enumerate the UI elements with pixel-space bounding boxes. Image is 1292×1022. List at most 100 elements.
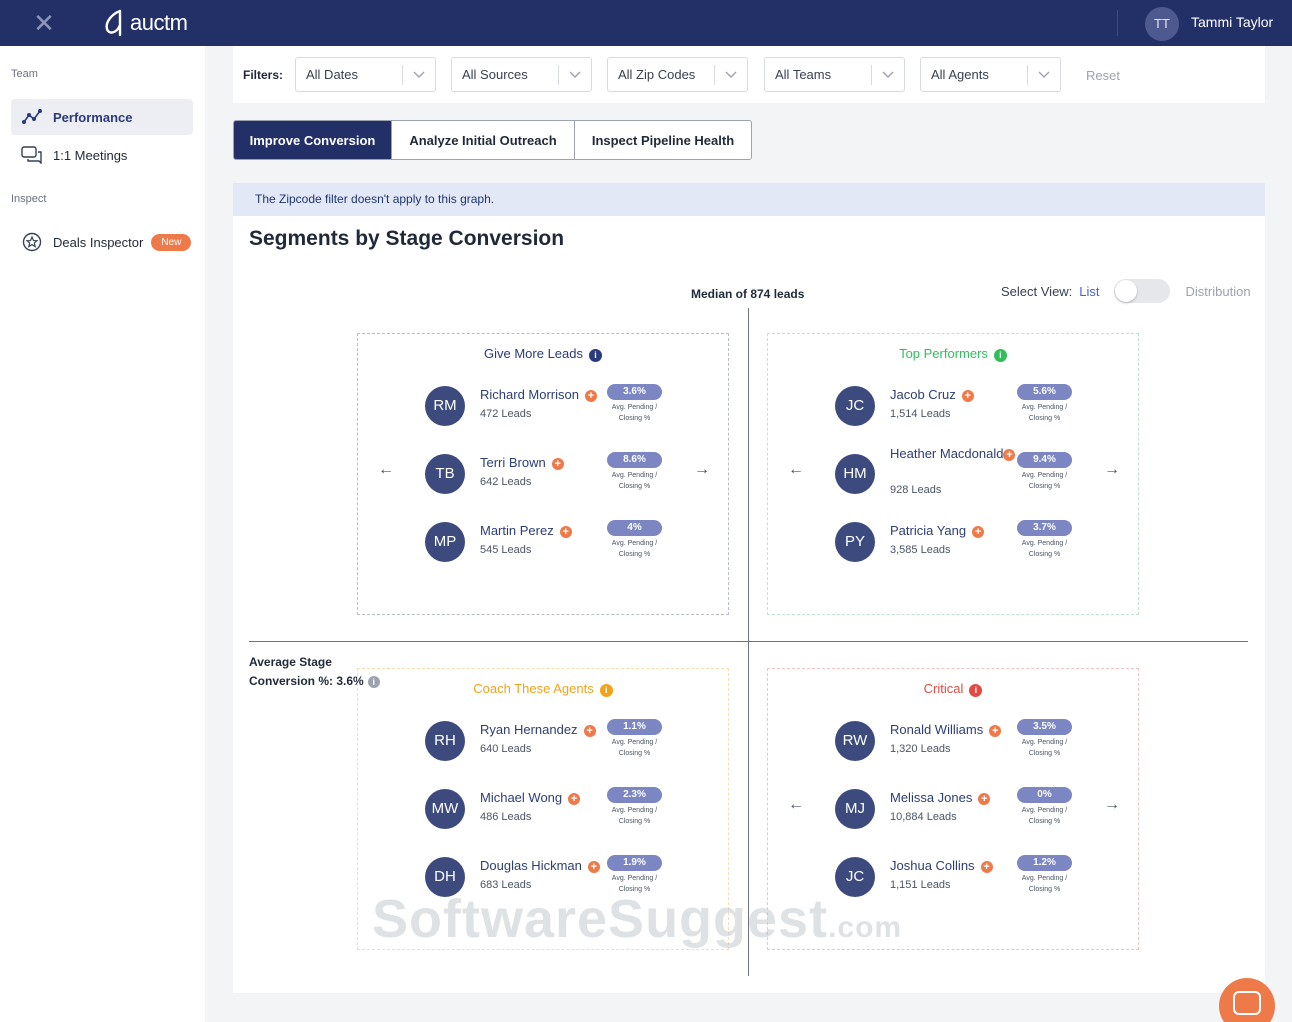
logo[interactable]: auctm (100, 8, 188, 38)
conversion-badge: 3.5% (1017, 719, 1072, 735)
conversion-badge: 1.9% (607, 855, 662, 871)
agent-name-text: Terri Brown (480, 455, 546, 470)
agent-name[interactable]: Douglas Hickman + (480, 858, 600, 873)
info-icon[interactable]: i (599, 684, 613, 697)
view-distribution-option[interactable]: Distribution (1186, 284, 1251, 299)
add-icon[interactable]: + (961, 390, 974, 402)
agent-name[interactable]: Heather Macdonald + (890, 444, 1020, 463)
agents-select[interactable]: All Agents (920, 57, 1061, 92)
agent-name[interactable]: Martin Perez + (480, 523, 572, 538)
agent-name[interactable]: Terri Brown + (480, 455, 564, 470)
agent-name[interactable]: Ryan Hernandez + (480, 722, 596, 737)
agent-name[interactable]: Richard Morrison + (480, 387, 597, 402)
arrow-left-icon[interactable]: ← (786, 460, 806, 480)
select-value: All Zip Codes (618, 67, 696, 82)
agent-name-text: Martin Perez (480, 523, 554, 538)
caption-line2: Closing % (618, 818, 651, 825)
agent-card[interactable]: RW Ronald Williams + 1,320 Leads 3.5% Avg… (835, 711, 1075, 771)
caption-line1: Avg. Pending / (611, 807, 658, 814)
add-icon[interactable]: + (978, 793, 991, 805)
agent-name-text: Ronald Williams (890, 722, 984, 737)
new-badge: New (151, 233, 192, 251)
agent-card[interactable]: HM Heather Macdonald + 928 Leads 9.4% Avg… (835, 444, 1075, 504)
arrow-left-icon[interactable]: ← (786, 795, 806, 815)
select-value: All Sources (462, 67, 528, 82)
add-icon[interactable]: + (587, 861, 600, 873)
info-icon[interactable]: i (969, 684, 983, 697)
conversion-caption: Avg. Pending / Closing % (602, 805, 667, 827)
view-selector: Select View: List Distribution (1001, 277, 1251, 305)
arrow-left-icon[interactable]: ← (376, 460, 396, 480)
select-value: All Teams (775, 67, 832, 82)
dates-select[interactable]: All Dates (295, 57, 436, 92)
avatar: JC (835, 386, 875, 426)
conversion-badge: 3.6% (607, 384, 662, 400)
agent-name[interactable]: Jacob Cruz + (890, 387, 974, 402)
agent-name-text: Douglas Hickman (480, 858, 582, 873)
conversion-caption: Avg. Pending / Closing % (1012, 470, 1077, 492)
add-icon[interactable]: + (584, 390, 597, 402)
add-icon[interactable]: + (559, 526, 572, 538)
sidebar-item-performance[interactable]: Performance (11, 99, 193, 135)
agent-card[interactable]: TB Terri Brown + 642 Leads 8.6% Avg. Pend… (425, 444, 665, 504)
add-icon[interactable]: + (989, 725, 1002, 737)
add-icon[interactable]: + (980, 861, 993, 873)
page-title: Segments by Stage Conversion (249, 227, 565, 250)
avatar: MP (425, 522, 465, 562)
agent-card[interactable]: MW Michael Wong + 486 Leads 2.3% Avg. Pen… (425, 779, 665, 839)
tab-inspect-pipeline-health[interactable]: Inspect Pipeline Health (575, 121, 751, 159)
conversion-badge: 9.4% (1017, 452, 1072, 468)
logo-mark-icon (105, 9, 122, 37)
sources-select[interactable]: All Sources (451, 57, 592, 92)
conversion-caption: Avg. Pending / Closing % (602, 737, 667, 759)
view-list-option[interactable]: List (1079, 284, 1099, 299)
view-toggle[interactable] (1113, 279, 1170, 303)
agent-name[interactable]: Patricia Yang + (890, 523, 985, 538)
arrow-right-icon[interactable]: → (692, 460, 712, 480)
teams-select[interactable]: All Teams (764, 57, 905, 92)
add-icon[interactable]: + (568, 793, 581, 805)
reset-button[interactable]: Reset (1086, 68, 1120, 83)
agent-name[interactable]: Melissa Jones + (890, 790, 991, 805)
add-icon[interactable]: + (972, 526, 985, 538)
sidebar-item-meetings[interactable]: 1:1 Meetings (11, 137, 193, 173)
arrow-right-icon[interactable]: → (1102, 795, 1122, 815)
user-name[interactable]: Tammi Taylor (1191, 14, 1273, 30)
topbar-divider (1117, 10, 1118, 36)
info-icon[interactable]: i (993, 349, 1007, 362)
sidebar-item-deals-inspector[interactable]: Deals Inspector New (11, 224, 193, 260)
agent-card[interactable]: PY Patricia Yang + 3,585 Leads 3.7% Avg. … (835, 512, 1075, 572)
agent-name[interactable]: Joshua Collins + (890, 858, 993, 873)
user-avatar[interactable]: TT (1145, 7, 1179, 41)
add-icon[interactable]: + (583, 725, 596, 737)
agent-card[interactable]: RH Ryan Hernandez + 640 Leads 1.1% Avg. P… (425, 711, 665, 771)
agent-card[interactable]: MP Martin Perez + 545 Leads 4% Avg. Pendi… (425, 512, 665, 572)
arrow-right-icon[interactable]: → (1102, 460, 1122, 480)
agent-leads: 642 Leads (480, 476, 532, 488)
agent-leads: 1,320 Leads (890, 743, 951, 755)
agent-name[interactable]: Ronald Williams + (890, 722, 1002, 737)
logo-text: auctm (130, 10, 188, 35)
caption-line1: Avg. Pending / (1021, 875, 1068, 882)
agent-card[interactable]: JC Jacob Cruz + 1,514 Leads 5.6% Avg. Pen… (835, 376, 1075, 436)
add-icon[interactable]: + (551, 458, 564, 470)
top-bar: ✕ auctm TT Tammi Taylor (0, 0, 1292, 46)
add-icon[interactable]: + (1003, 449, 1016, 461)
chevron-down-icon (559, 71, 591, 79)
chat-widget-button[interactable] (1219, 978, 1275, 1022)
quadrant-title: Coach These Agents i (358, 681, 728, 697)
tab-improve-conversion[interactable]: Improve Conversion (234, 121, 392, 159)
avatar: MJ (835, 789, 875, 829)
agent-name[interactable]: Michael Wong + (480, 790, 581, 805)
agent-card[interactable]: MJ Melissa Jones + 10,884 Leads 0% Avg. P… (835, 779, 1075, 839)
tab-analyze-initial-outreach[interactable]: Analyze Initial Outreach (392, 121, 575, 159)
conversion-caption: Avg. Pending / Closing % (1012, 538, 1077, 560)
caption-line1: Avg. Pending / (611, 540, 658, 547)
zip-codes-select[interactable]: All Zip Codes (607, 57, 748, 92)
close-icon[interactable]: ✕ (30, 9, 58, 37)
conversion-caption: Avg. Pending / Closing % (1012, 402, 1077, 424)
performance-chart-icon (21, 106, 43, 128)
agent-name-text: Melissa Jones (890, 790, 973, 805)
agent-card[interactable]: RM Richard Morrison + 472 Leads 3.6% Avg.… (425, 376, 665, 436)
info-icon[interactable]: i (589, 349, 602, 362)
